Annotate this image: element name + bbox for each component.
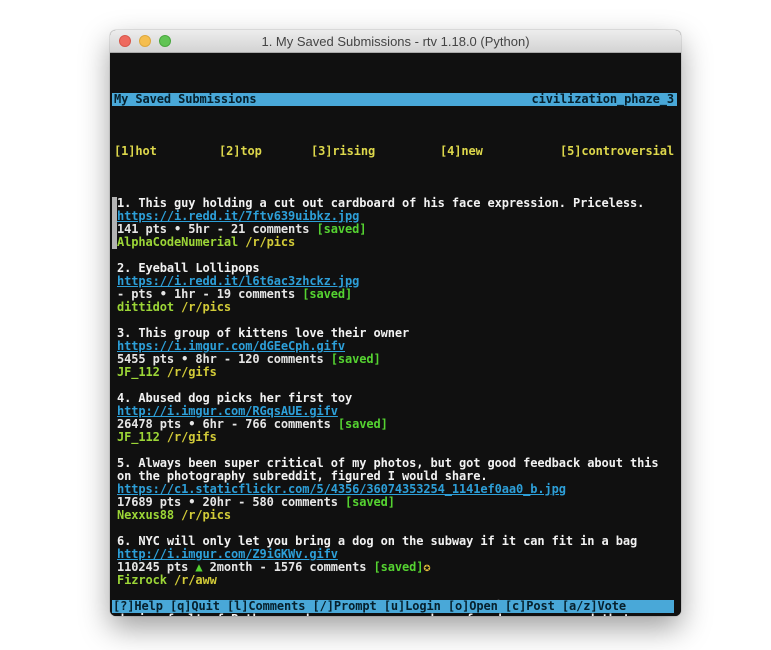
age-value: 1hr [167, 287, 196, 301]
saved-badge: [saved] [317, 222, 367, 236]
submission-byline: JF_112 /r/gifs [117, 366, 681, 379]
age-value: 5hr [181, 222, 210, 236]
minimize-button[interactable] [139, 35, 151, 47]
gilded-icon: ✪ [423, 560, 430, 574]
age-value: 20hr [195, 495, 231, 509]
spacer [160, 430, 167, 444]
submission-list: 1. This guy holding a cut out cardboard … [112, 197, 681, 616]
page-header-bar: My Saved Submissions civilization_phaze_… [112, 93, 677, 106]
submission-row[interactable]: 2. Eyeball Lollipopshttps://i.redd.it/l6… [117, 262, 681, 314]
submission-byline: AlphaCodeNumerial /r/pics [117, 236, 681, 249]
author-name[interactable]: JF_112 [117, 365, 160, 379]
selection-cursor [112, 197, 117, 249]
saved-badge: [saved] [374, 560, 424, 574]
comments-count: - 580 comments [231, 495, 338, 509]
comments-count: - 19 comments [195, 287, 295, 301]
subreddit-name[interactable]: /r/pics [181, 300, 231, 314]
window-titlebar[interactable]: 1. My Saved Submissions - rtv 1.18.0 (Py… [110, 30, 681, 53]
traffic-lights [119, 35, 171, 47]
comments-count: - 120 comments [217, 352, 324, 366]
points-value: 26478 pts [117, 417, 188, 431]
comments-count: - 766 comments [224, 417, 331, 431]
spacer [331, 417, 338, 431]
saved-badge: [saved] [345, 495, 395, 509]
submission-row[interactable]: 4. Abused dog picks her first toyhttp://… [117, 392, 681, 444]
author-name[interactable]: dittidot [117, 300, 174, 314]
author-name[interactable]: Nexxus88 [117, 508, 174, 522]
sort-tab-1hot[interactable]: [1]hot [114, 145, 157, 158]
submission-row[interactable]: 5. Always been super critical of my phot… [117, 457, 681, 522]
saved-badge: [saved] [338, 417, 388, 431]
points-value: 17689 pts [117, 495, 188, 509]
saved-badge: [saved] [331, 352, 381, 366]
age-value: 8hr [188, 352, 217, 366]
close-button[interactable] [119, 35, 131, 47]
age-value: 6hr [195, 417, 224, 431]
author-name[interactable]: AlphaCodeNumerial [117, 235, 238, 249]
saved-badge: [saved] [302, 287, 352, 301]
submission-byline: Fizrock /r/aww [117, 574, 681, 587]
logged-in-username: civilization_phaze_3 [532, 93, 675, 106]
submission-byline: JF_112 /r/gifs [117, 431, 681, 444]
sort-tab-5controversial[interactable]: [5]controversial [560, 145, 674, 158]
age-value: 2month [203, 560, 253, 574]
spacer [309, 222, 316, 236]
submission-byline: Nexxus88 /r/pics [117, 509, 681, 522]
bullet-separator: • [160, 287, 167, 301]
upvoted-icon: ▲ [195, 560, 202, 574]
terminal-content: My Saved Submissions civilization_phaze_… [110, 53, 681, 616]
submission-row[interactable]: 6. NYC will only let you bring a dog on … [117, 535, 681, 587]
submission-title: design fault of Python, and as you can s… [117, 613, 681, 616]
spacer [338, 495, 345, 509]
points-value: 110245 pts [117, 560, 195, 574]
points-value: - pts [117, 287, 160, 301]
submission-row[interactable]: 1. This guy holding a cut out cardboard … [117, 197, 681, 249]
window-title: 1. My Saved Submissions - rtv 1.18.0 (Py… [261, 34, 529, 49]
page-title: My Saved Submissions [114, 93, 257, 106]
subreddit-name[interactable]: /r/pics [181, 508, 231, 522]
spacer [167, 573, 174, 587]
sort-tab-2top[interactable]: [2]top [219, 145, 262, 158]
comments-count: - 21 comments [210, 222, 310, 236]
spacer [160, 365, 167, 379]
points-value: 141 pts [117, 222, 174, 236]
subreddit-name[interactable]: /r/gifs [167, 430, 217, 444]
submission-row[interactable]: 3. This group of kittens love their owne… [117, 327, 681, 379]
subreddit-name[interactable]: /r/aww [174, 573, 217, 587]
zoom-button[interactable] [159, 35, 171, 47]
subreddit-name[interactable]: /r/pics [245, 235, 295, 249]
status-bar: [?]Help [q]Quit [l]Comments [/]Prompt [u… [112, 600, 674, 613]
points-value: 5455 pts [117, 352, 181, 366]
spacer [324, 352, 331, 366]
author-name[interactable]: Fizrock [117, 573, 167, 587]
comments-count: - 1576 comments [252, 560, 366, 574]
sort-tabs: [1]hot [2]top [3]rising [4]new [5]controvers… [112, 145, 681, 158]
sort-tab-4new[interactable]: [4]new [440, 145, 483, 158]
submission-byline: dittidot /r/pics [117, 301, 681, 314]
author-name[interactable]: JF_112 [117, 430, 160, 444]
spacer [366, 560, 373, 574]
subreddit-name[interactable]: /r/gifs [167, 365, 217, 379]
app-window: 1. My Saved Submissions - rtv 1.18.0 (Py… [110, 30, 681, 616]
sort-tab-3rising[interactable]: [3]rising [311, 145, 375, 158]
